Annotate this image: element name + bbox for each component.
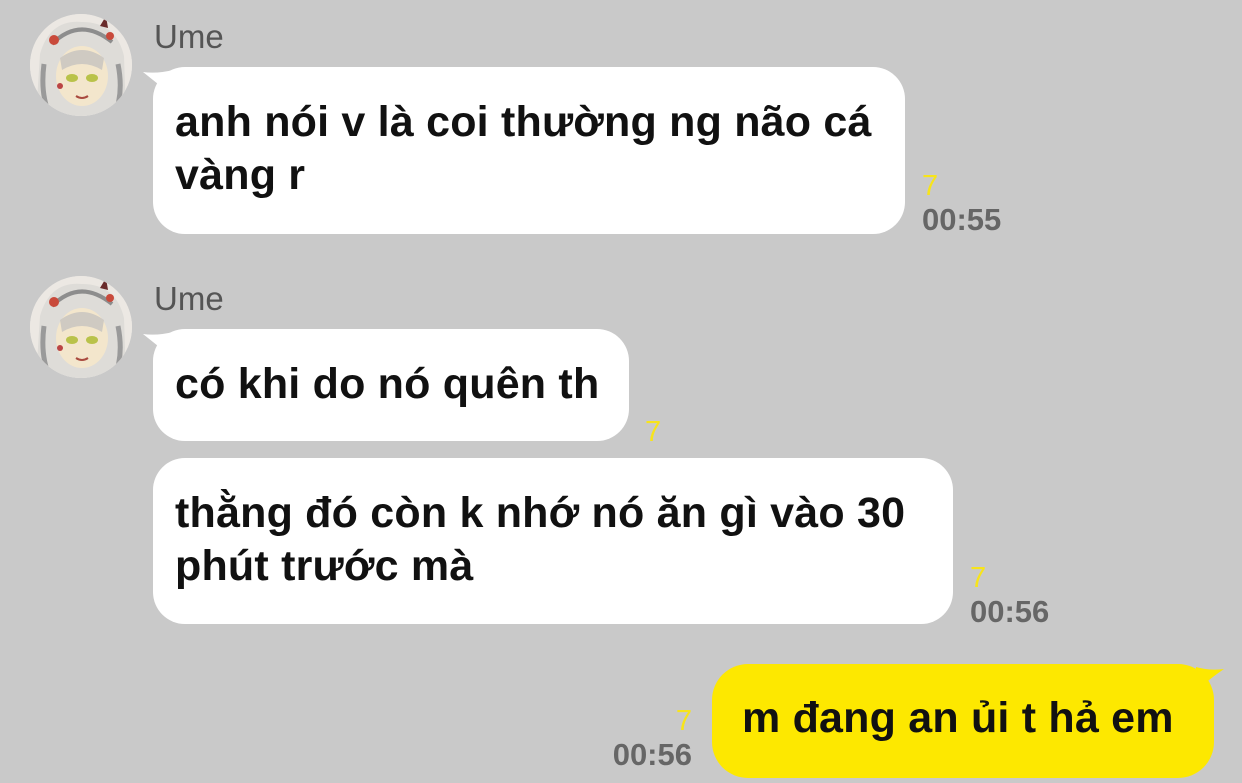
avatar-illustration-icon [30,276,132,378]
bubble-tail-icon [1196,667,1224,691]
avatar-illustration-icon [30,14,132,116]
message-text: m đang an ủi t hả em [742,694,1174,742]
sender-name: Ume [154,18,224,55]
message-time: 00:55 [922,202,1002,237]
unread-count: 7 [970,562,987,594]
contact-avatar[interactable] [30,276,132,378]
message-meta: 7 00:55 [922,170,1001,238]
contact-avatar[interactable] [30,14,132,116]
message-text: anh nói v là coi thường ng não cá vàng r [175,98,872,199]
chat-conversation: Ume anh nói v là coi thường ng não cá và… [0,0,1242,783]
message-meta: 7 [645,416,661,448]
sender-name: Ume [154,280,224,317]
message-time: 00:56 [612,737,692,772]
message-bubble-outgoing[interactable]: m đang an ủi t hả em [712,664,1214,778]
message-bubble-incoming[interactable]: thằng đó còn k nhớ nó ăn gì vào 30 phút … [153,458,953,624]
unread-count: 7 [675,705,692,737]
message-meta: 7 00:56 [596,705,692,773]
message-text: có khi do nó quên th [175,360,600,408]
message-bubble-incoming[interactable]: có khi do nó quên th [153,329,629,441]
message-text: thằng đó còn k nhớ nó ăn gì vào 30 phút … [175,489,906,590]
message-time: 00:56 [970,594,1050,629]
unread-count: 7 [645,416,662,448]
unread-count: 7 [922,170,939,202]
message-bubble-incoming[interactable]: anh nói v là coi thường ng não cá vàng r [153,67,905,234]
message-meta: 7 00:56 [970,562,1049,630]
